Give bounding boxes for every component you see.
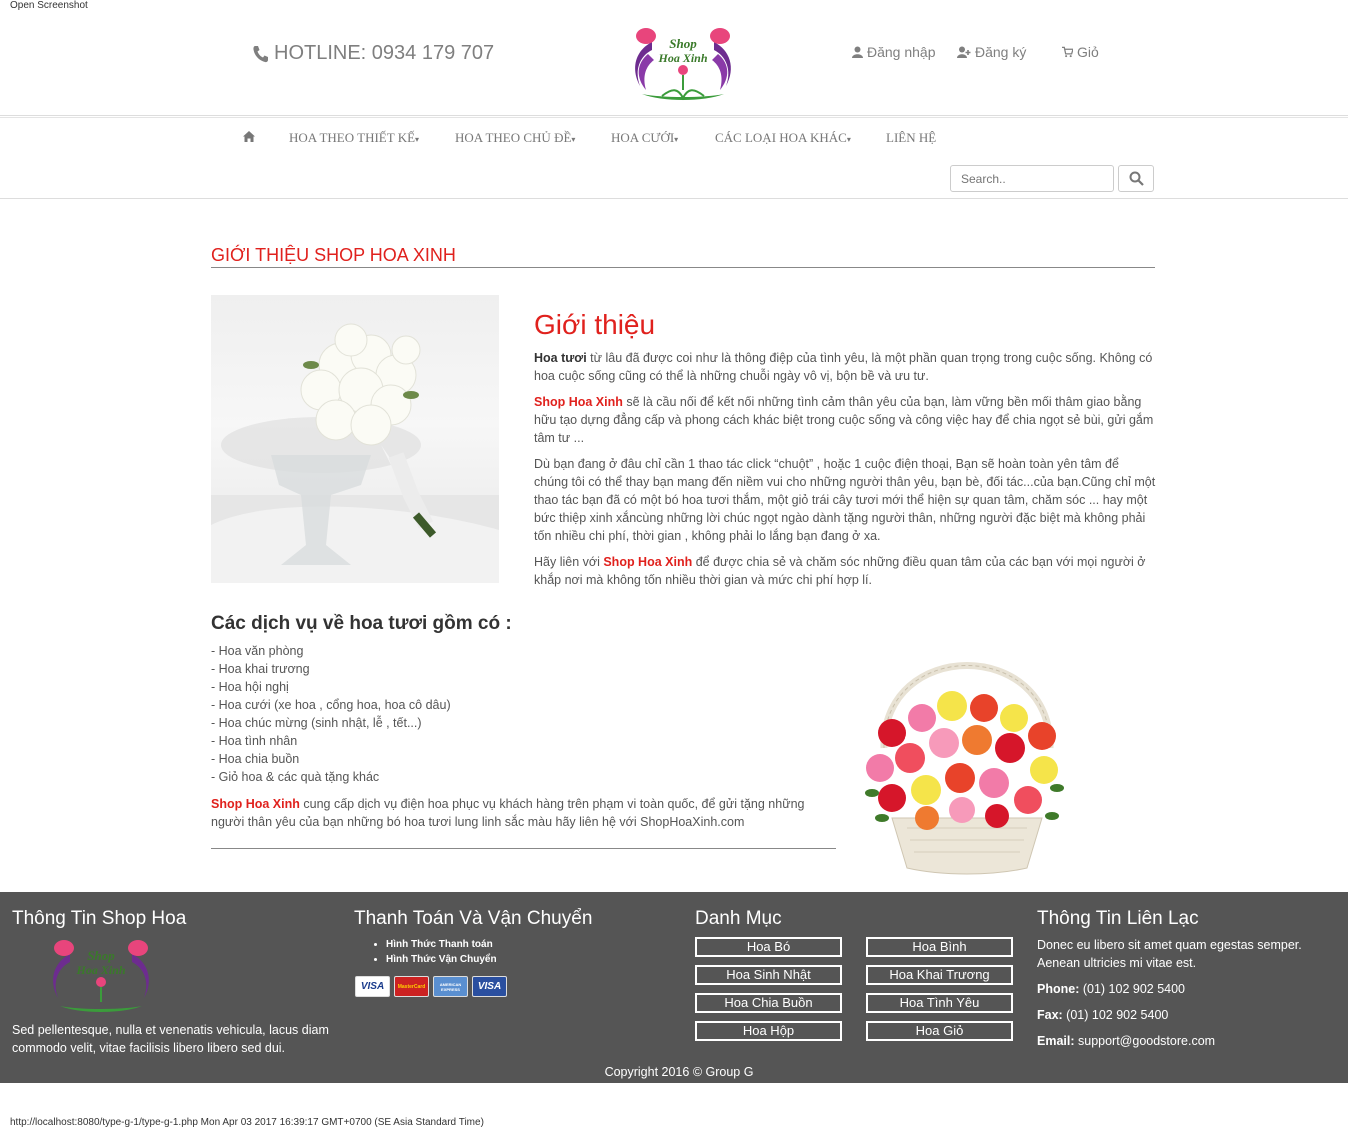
nav-hoa-theo-chu-de[interactable]: HOA THEO CHỦ ĐỀ▾ (455, 130, 575, 146)
copyright: Copyright 2016 © Group G (604, 1065, 754, 1079)
contact-info: Donec eu libero sit amet quam egestas se… (1037, 936, 1337, 1050)
search-input[interactable] (950, 165, 1114, 192)
user-icon (852, 46, 863, 58)
register-label: Đăng ký (975, 44, 1027, 60)
footer-categories-title: Danh Mục (695, 908, 782, 929)
login-link[interactable]: Đăng nhập (852, 44, 936, 60)
footer-shop-description: Sed pellentesque, nulla et venenatis veh… (12, 1023, 329, 1055)
page-url-timestamp: http://localhost:8080/type-g-1/type-g-1.… (10, 1117, 484, 1128)
list-item: - Hoa chúc mừng (sinh nhật, lễ , tết...) (211, 716, 422, 730)
page-title: GIỚI THIỆU SHOP HOA XINH (211, 245, 1155, 268)
svg-text:Hoa Xinh: Hoa Xinh (657, 51, 707, 65)
white-bouquet-image (211, 295, 499, 583)
list-item: - Hoa chia buồn (211, 752, 300, 766)
contact-description: Donec eu libero sit amet quam egestas se… (1037, 938, 1302, 970)
list-item: - Giỏ hoa & các quà tặng khác (211, 770, 380, 784)
intro-paragraph-2: Shop Hoa Xinh sẽ là cầu nối để kết nối n… (534, 395, 1154, 445)
list-item: - Hoa khai trương (211, 662, 310, 676)
svg-text:Hoa Xinh: Hoa Xinh (75, 963, 125, 977)
intro-paragraph-3: Dù bạn đang ở đâu chỉ cần 1 thao tác cli… (534, 457, 1156, 543)
caret-down-icon: ▾ (674, 135, 679, 144)
nav-cac-loai-hoa-khac[interactable]: CÁC LOẠI HOA KHÁC▾ (715, 130, 851, 146)
search-button[interactable] (1118, 165, 1154, 192)
payment-method-link[interactable]: Hình Thức Thanh toán (386, 937, 497, 952)
site-footer: Thông Tin Shop Hoa Shop Hoa Xinh Sed pel… (0, 892, 1348, 1083)
amex-card-icon: AMERICAN EXPRESS (433, 976, 468, 997)
category-hoa-gio[interactable]: Hoa Giỏ (866, 1021, 1013, 1041)
nav-hoa-theo-thiet-ke[interactable]: HOA THEO THIẾT KẾ▾ (289, 130, 419, 146)
category-hoa-sinh-nhat[interactable]: Hoa Sinh Nhật (695, 965, 842, 985)
category-hoa-hop[interactable]: Hoa Hộp (695, 1021, 842, 1041)
mastercard-icon: MasterCard (394, 976, 429, 997)
caret-down-icon: ▾ (571, 135, 576, 144)
footer-payment-title: Thanh Toán Và Vận Chuyển (354, 908, 593, 929)
category-hoa-chia-buon[interactable]: Hoa Chia Buồn (695, 993, 842, 1013)
footer-shop-info-title: Thông Tin Shop Hoa (12, 908, 187, 929)
home-icon[interactable] (242, 130, 256, 143)
svg-text:Shop: Shop (669, 36, 697, 51)
phone-icon (253, 45, 268, 62)
cart-link[interactable]: Giỏ (1062, 44, 1099, 60)
cart-icon (1062, 46, 1073, 58)
contact-fax: Fax: (01) 102 902 5400 (1037, 1008, 1169, 1022)
visa-card-icon: VISA (472, 976, 507, 997)
flower-basket-image (865, 662, 1064, 875)
nav-hoa-cuoi[interactable]: HOA CƯỚI▾ (611, 130, 678, 146)
services-list: - Hoa văn phòng - Hoa khai trương - Hoa … (211, 642, 451, 786)
visa-card-icon: VISA (355, 976, 390, 997)
list-item: - Hoa hội nghị (211, 680, 289, 694)
list-item: - Hoa tình nhân (211, 734, 298, 748)
login-label: Đăng nhập (867, 44, 936, 60)
category-hoa-binh[interactable]: Hoa Bình (866, 937, 1013, 957)
contact-phone: Phone: (01) 102 902 5400 (1037, 982, 1185, 996)
hotline: HOTLINE: 0934 179 707 (252, 42, 494, 65)
user-plus-icon (957, 46, 971, 58)
list-item: - Hoa cưới (xe hoa , cổng hoa, hoa cô dâ… (211, 698, 451, 712)
intro-heading: Giới thiệu (534, 309, 656, 340)
main-navbar: HOA THEO THIẾT KẾ▾ HOA THEO CHỦ ĐỀ▾ HOA … (0, 117, 1348, 199)
footer-logo[interactable]: Shop Hoa Xinh (40, 936, 162, 1020)
payment-cards: VISA MasterCard AMERICAN EXPRESS VISA (355, 976, 507, 997)
list-item: - Hoa văn phòng (211, 644, 304, 658)
nav-lien-he[interactable]: LIÊN HỆ (886, 130, 936, 146)
cart-label: Giỏ (1077, 44, 1099, 60)
category-hoa-bo[interactable]: Hoa Bó (695, 937, 842, 957)
services-footer-text: Shop Hoa Xinh cung cấp dịch vụ điện hoa … (211, 795, 836, 849)
footer-contact-title: Thông Tin Liên Lạc (1037, 908, 1199, 929)
shipping-method-link[interactable]: Hình Thức Vận Chuyển (386, 952, 497, 967)
site-header: HOTLINE: 0934 179 707 Shop Hoa Xinh Đăng… (0, 10, 1348, 116)
svg-text:Shop: Shop (87, 948, 115, 963)
intro-paragraph-1: Hoa tươi từ lâu đã được coi như là thông… (534, 351, 1153, 383)
register-link[interactable]: Đăng ký (957, 44, 1026, 60)
category-hoa-tinh-yeu[interactable]: Hoa Tình Yêu (866, 993, 1013, 1013)
services-heading: Các dịch vụ về hoa tươi gồm có : (211, 613, 512, 634)
category-hoa-khai-truong[interactable]: Hoa Khai Trương (866, 965, 1013, 985)
contact-email[interactable]: Email: support@goodstore.com (1037, 1032, 1337, 1050)
intro-paragraph-4: Hãy liên với Shop Hoa Xinh để được chia … (534, 555, 1146, 587)
caret-down-icon: ▾ (846, 135, 851, 144)
hotline-text: HOTLINE: 0934 179 707 (274, 42, 495, 64)
caret-down-icon: ▾ (415, 135, 420, 144)
intro-section: Giới thiệu Hoa tươi từ lâu đã được coi n… (534, 309, 1156, 597)
search-icon (1129, 171, 1144, 186)
payment-links: Hình Thức Thanh toán Hình Thức Vận Chuyể… (386, 937, 497, 967)
shop-logo[interactable]: Shop Hoa Xinh (622, 24, 744, 108)
